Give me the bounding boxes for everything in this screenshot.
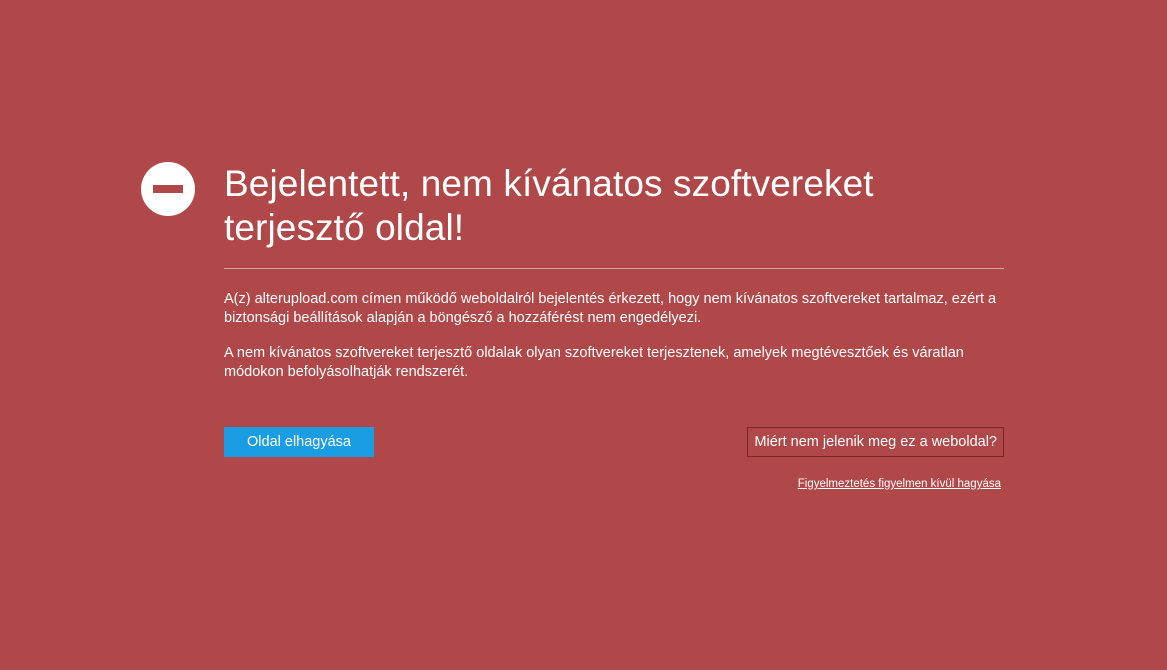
divider bbox=[224, 268, 1004, 269]
block-icon-bar bbox=[153, 185, 183, 193]
unwanted-software-explanation: A nem kívánatos szoftvereket terjesztő o… bbox=[224, 345, 964, 380]
warning-description: A(z) alterupload.com címen működő webold… bbox=[224, 291, 997, 326]
warning-content: Bejelentett, nem kívánatos szoftvereket … bbox=[224, 162, 1004, 490]
block-icon bbox=[141, 162, 195, 216]
ignore-warning-link[interactable]: Figyelmeztetés figyelmen kívül hagyása bbox=[798, 478, 1001, 490]
why-blocked-button[interactable]: Miért nem jelenik meg ez a weboldal? bbox=[747, 427, 1004, 457]
page-title: Bejelentett, nem kívánatos szoftvereket … bbox=[224, 163, 874, 248]
leave-page-button[interactable]: Oldal elhagyása bbox=[224, 427, 374, 457]
action-bar: Oldal elhagyása Miért nem jelenik meg ez… bbox=[224, 427, 1004, 457]
